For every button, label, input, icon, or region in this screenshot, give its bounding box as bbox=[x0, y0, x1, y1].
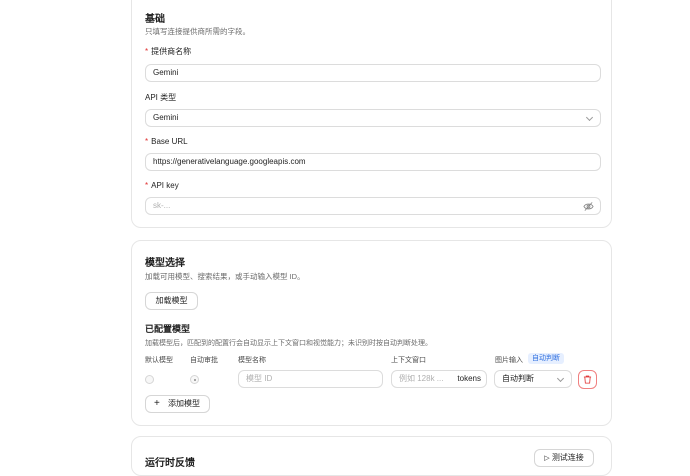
model-title: 模型选择 bbox=[145, 258, 185, 269]
api-key-placeholder: sk-... bbox=[153, 201, 171, 210]
col-context: 上下文窗口 bbox=[391, 357, 426, 364]
context-placeholder: 例如 128k ... bbox=[399, 374, 444, 383]
chevron-down-icon bbox=[585, 113, 594, 122]
image-input-value: 自动判断 bbox=[502, 374, 534, 383]
basic-title: 基础 bbox=[145, 14, 165, 25]
test-connection-button[interactable]: ▷ 测试连接 bbox=[534, 449, 594, 467]
base-url-input[interactable]: https://generativelanguage.googleapis.co… bbox=[145, 153, 601, 171]
api-key-label: * API key bbox=[145, 181, 179, 190]
auto-review-toggle[interactable] bbox=[190, 375, 199, 384]
api-type-select[interactable]: Gemini bbox=[145, 109, 601, 127]
model-desc: 加载可用模型、搜索结果，或手动输入模型 ID。 bbox=[145, 272, 305, 281]
default-model-radio[interactable] bbox=[145, 375, 154, 384]
play-icon: ▷ bbox=[544, 455, 550, 462]
model-id-input[interactable]: 模型 ID bbox=[238, 370, 383, 388]
runtime-section: 运行时反馈 ▷ 测试连接 bbox=[131, 436, 612, 476]
basic-section: 基础 只填写连接提供商所需的字段。 * 提供商名称 Gemini API 类型 G… bbox=[131, 0, 612, 228]
configured-title: 已配置模型 bbox=[145, 324, 191, 334]
basic-desc: 只填写连接提供商所需的字段。 bbox=[145, 27, 250, 36]
context-unit: tokens bbox=[457, 374, 481, 383]
load-models-button[interactable]: 加载模型 bbox=[145, 292, 198, 310]
add-model-button[interactable]: + 添加模型 bbox=[145, 395, 210, 413]
image-auto-badge: 自动判断 bbox=[528, 353, 564, 364]
api-type-label: API 类型 bbox=[145, 93, 177, 102]
provider-name-label: * 提供商名称 bbox=[145, 47, 192, 56]
api-type-value: Gemini bbox=[153, 113, 179, 122]
context-window-input[interactable]: 例如 128k ... tokens bbox=[391, 370, 487, 388]
configured-desc: 加载模型后，匹配到的配置行会自动显示上下文窗口和视觉能力；未识别时按自动判断处理… bbox=[145, 340, 432, 347]
col-default: 默认模型 bbox=[145, 357, 173, 364]
base-url-label: * Base URL bbox=[145, 137, 188, 146]
chevron-down-icon bbox=[556, 374, 565, 383]
col-auto-review: 自动审批 bbox=[190, 357, 218, 364]
api-key-input[interactable]: sk-... bbox=[145, 197, 601, 215]
delete-model-button[interactable] bbox=[578, 370, 597, 389]
plus-icon: + bbox=[154, 398, 160, 409]
model-id-placeholder: 模型 ID bbox=[246, 374, 273, 383]
col-name: 模型名称 bbox=[238, 357, 266, 364]
runtime-title: 运行时反馈 bbox=[145, 458, 195, 469]
model-section: 模型选择 加载可用模型、搜索结果，或手动输入模型 ID。 加载模型 已配置模型 … bbox=[131, 240, 612, 426]
image-input-select[interactable]: 自动判断 bbox=[494, 370, 572, 388]
col-image: 图片输入 bbox=[495, 357, 523, 364]
provider-name-input[interactable]: Gemini bbox=[145, 64, 601, 82]
trash-icon bbox=[583, 375, 592, 384]
eye-off-icon[interactable] bbox=[583, 201, 594, 212]
